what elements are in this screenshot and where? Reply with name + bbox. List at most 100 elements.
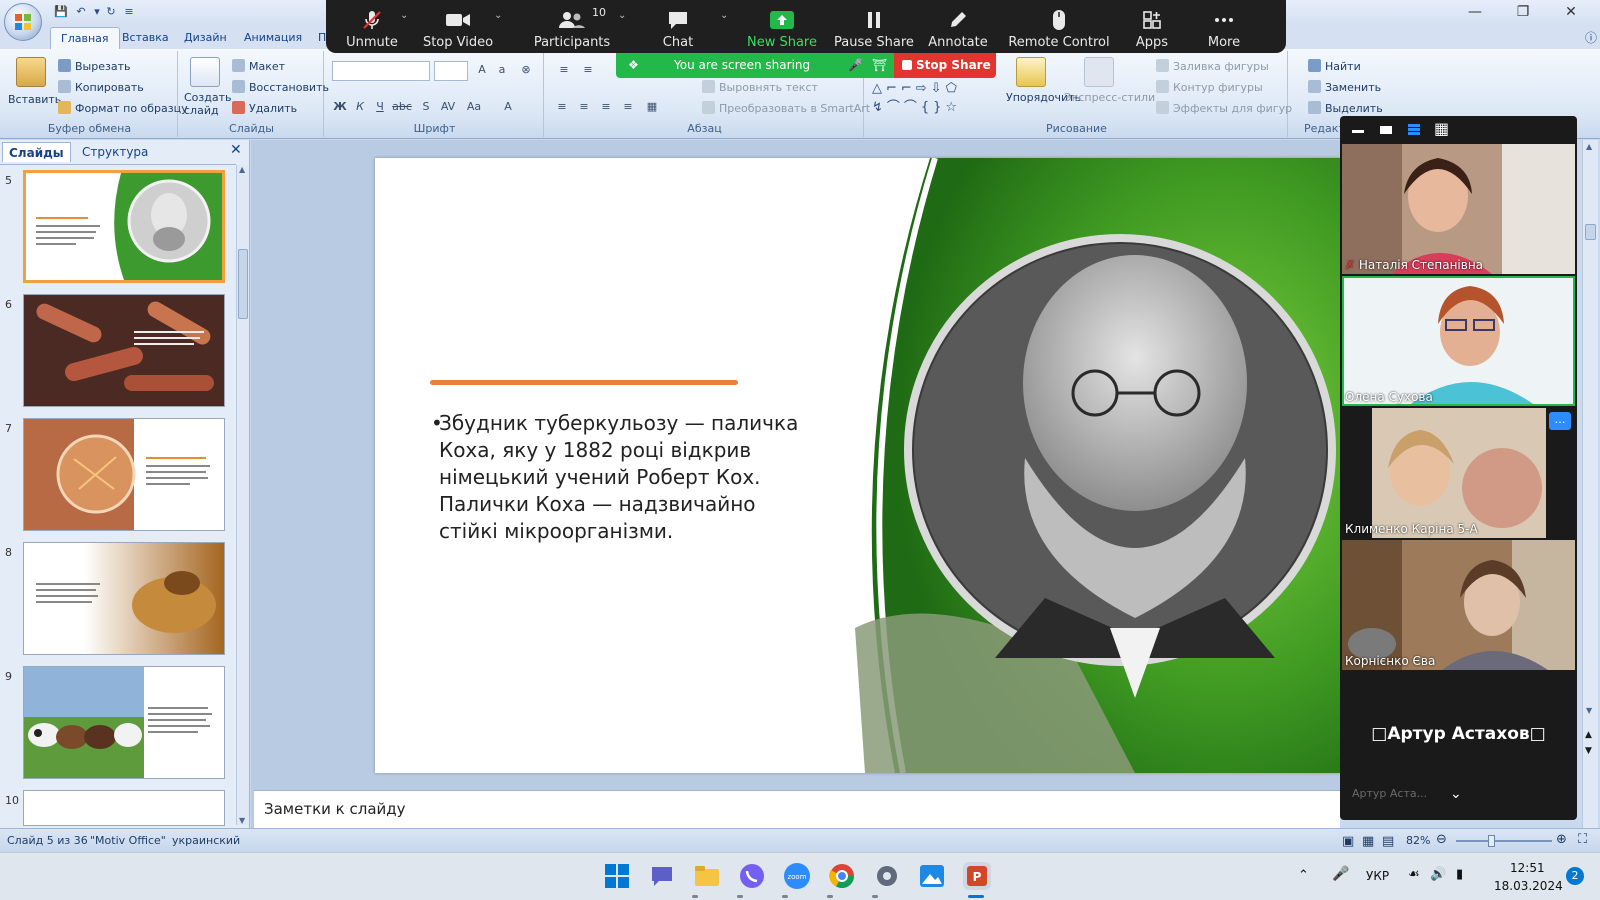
language-indicator[interactable]: украинский — [172, 834, 240, 847]
save-icon[interactable]: 💾 — [54, 5, 68, 19]
next-slide-icon[interactable]: ▼ — [1585, 746, 1592, 756]
font-color-icon[interactable]: A — [498, 98, 518, 116]
shape-effects-button[interactable]: Эффекты для фигур — [1156, 101, 1292, 115]
minimize-icon[interactable]: — — [1452, 0, 1498, 24]
current-slide[interactable]: • Збудник туберкульозу — паличка Коха, я… — [375, 158, 1340, 773]
keyboard-language[interactable]: УКР — [1366, 869, 1389, 883]
scroll-up-icon[interactable]: ▲ — [239, 165, 245, 174]
stop-video-button[interactable]: Stop Video — [420, 0, 496, 53]
case-icon[interactable]: Aa — [464, 98, 484, 116]
sharing-pin-icon[interactable]: ❖ — [628, 53, 639, 78]
align-text-button[interactable]: Выровнять текст — [702, 80, 818, 94]
office-button[interactable] — [4, 3, 42, 41]
viber-icon[interactable] — [738, 862, 766, 890]
zoom-slider-thumb[interactable] — [1488, 835, 1495, 847]
clear-format-icon[interactable]: ⊗ — [516, 61, 536, 79]
editor-scrollbar[interactable]: ▲ ▼ ▲ ▼ — [1582, 140, 1598, 828]
apps-button[interactable]: Apps — [1122, 0, 1182, 53]
settings-gear-icon[interactable] — [873, 862, 901, 890]
file-explorer-icon[interactable] — [693, 862, 721, 890]
notes-pane[interactable]: Заметки к слайду — [254, 790, 1340, 828]
slide-thumbnail-5[interactable] — [23, 170, 225, 283]
photos-icon[interactable] — [918, 862, 946, 890]
clock-time[interactable]: 12:51 — [1510, 861, 1545, 875]
scroll-up-icon[interactable]: ▲ — [1586, 142, 1592, 151]
fit-slide-icon[interactable]: ⛶ — [1578, 832, 1587, 847]
more-options-icon[interactable]: … — [1549, 412, 1571, 430]
stop-share-button[interactable]: Stop Share — [894, 53, 996, 78]
shadow-icon[interactable]: S — [416, 98, 436, 116]
tab-insert[interactable]: Вставка — [112, 27, 179, 49]
shape-fill-button[interactable]: Заливка фигуры — [1156, 59, 1269, 73]
smartart-button[interactable]: Преобразовать в SmartArt — [702, 101, 870, 115]
close-pane-icon[interactable]: ✕ — [230, 142, 242, 158]
reset-button[interactable]: Восстановить — [232, 80, 329, 94]
chevron-down-icon[interactable]: ⌄ — [1450, 786, 1462, 802]
tab-design[interactable]: Дизайн — [174, 27, 237, 49]
grow-font-icon[interactable]: A — [472, 61, 492, 79]
paste-button[interactable]: Вставить — [8, 93, 61, 106]
restore-icon[interactable]: ❐ — [1500, 0, 1546, 24]
zoom-in-icon[interactable]: ⊕ — [1556, 832, 1567, 847]
slide-thumbnail-9[interactable] — [23, 666, 225, 779]
new-share-button[interactable]: New Share — [744, 0, 820, 53]
qat-customize-icon[interactable]: ≡ — [122, 5, 136, 19]
slide-thumbnail-6[interactable] — [23, 294, 225, 407]
underline-icon[interactable]: Ч — [370, 98, 390, 116]
slide-thumbnail-8[interactable] — [23, 542, 225, 655]
scroll-thumb[interactable] — [238, 249, 248, 319]
italic-icon[interactable]: К — [350, 98, 370, 116]
align-right-icon[interactable]: ≡ — [596, 98, 616, 116]
chevron-down-icon[interactable]: ⌄ — [494, 10, 502, 21]
scroll-down-icon[interactable]: ▼ — [239, 816, 245, 825]
powerpoint-icon[interactable]: P — [963, 862, 991, 890]
participant-tile[interactable]: Корнієнко Єва — [1342, 540, 1575, 670]
replace-button[interactable]: Заменить — [1308, 80, 1381, 94]
chrome-icon[interactable] — [828, 862, 856, 890]
quick-styles-button[interactable]: Экспресс-стили — [1064, 91, 1155, 104]
copy-button[interactable]: Копировать — [58, 80, 144, 94]
font-size-select[interactable] — [434, 61, 468, 81]
shape-outline-button[interactable]: Контур фигуры — [1156, 80, 1263, 94]
bullets-icon[interactable]: ≡ — [554, 61, 574, 79]
bold-icon[interactable]: Ж — [330, 98, 350, 116]
mic-icon[interactable]: 🎤 — [848, 53, 863, 78]
remote-control-button[interactable]: Remote Control — [1004, 0, 1114, 53]
cut-button[interactable]: Вырезать — [58, 59, 130, 73]
slideshow-view-icon[interactable]: ▤ — [1382, 834, 1394, 849]
tab-slides[interactable]: Слайды — [2, 142, 71, 162]
unmute-button[interactable]: Unmute — [334, 0, 410, 53]
font-family-select[interactable] — [332, 61, 430, 81]
delete-slide-button[interactable]: Удалить — [232, 101, 297, 115]
slide-thumbnail-7[interactable] — [23, 418, 225, 531]
select-button[interactable]: Выделить — [1308, 101, 1383, 115]
tab-home[interactable]: Главная — [50, 27, 120, 49]
slide-thumbnail-10[interactable] — [23, 790, 225, 826]
more-button[interactable]: More — [1194, 0, 1254, 53]
zoom-app-icon[interactable]: zoom — [783, 862, 811, 890]
help-icon[interactable]: ⓘ — [1575, 27, 1600, 49]
shapes-gallery[interactable]: △⌐⌐⇨⇩⬠ ↯⌒⌒{}☆ — [872, 79, 994, 117]
align-center-icon[interactable]: ≡ — [574, 98, 594, 116]
chevron-down-icon[interactable]: ⌄ — [618, 10, 626, 21]
participant-tile-active-speaker[interactable]: Олена Сухова — [1342, 276, 1575, 406]
strikethrough-icon[interactable]: abc — [392, 98, 412, 116]
volume-icon[interactable]: 🔊 — [1430, 867, 1446, 882]
wifi-icon[interactable]: ☙ — [1408, 867, 1420, 882]
find-button[interactable]: Найти — [1308, 59, 1361, 73]
participant-tile[interactable]: … Клименко Каріна 5-А — [1342, 408, 1575, 538]
windows-start-icon[interactable] — [603, 862, 631, 890]
sorter-view-icon[interactable]: ▦ — [1362, 834, 1374, 849]
zoom-slider[interactable] — [1456, 840, 1552, 842]
grid-view-icon[interactable]: ▦ — [1434, 119, 1449, 138]
prev-slide-icon[interactable]: ▲ — [1585, 730, 1592, 740]
close-icon[interactable]: ✕ — [1548, 0, 1594, 24]
participant-tile-no-video[interactable]: □Артур Астахов□ Артур Аста... — [1342, 672, 1575, 802]
scroll-down-icon[interactable]: ▼ — [1586, 706, 1592, 715]
tab-animation[interactable]: Анимация — [234, 27, 312, 49]
show-hidden-icons-icon[interactable]: ⌃ — [1298, 868, 1309, 883]
clock-date[interactable]: 18.03.2024 — [1494, 879, 1563, 893]
redo-icon[interactable]: ↻ — [104, 5, 118, 19]
pause-share-button[interactable]: Pause Share — [832, 0, 916, 53]
layout-button[interactable]: Макет — [232, 59, 285, 73]
